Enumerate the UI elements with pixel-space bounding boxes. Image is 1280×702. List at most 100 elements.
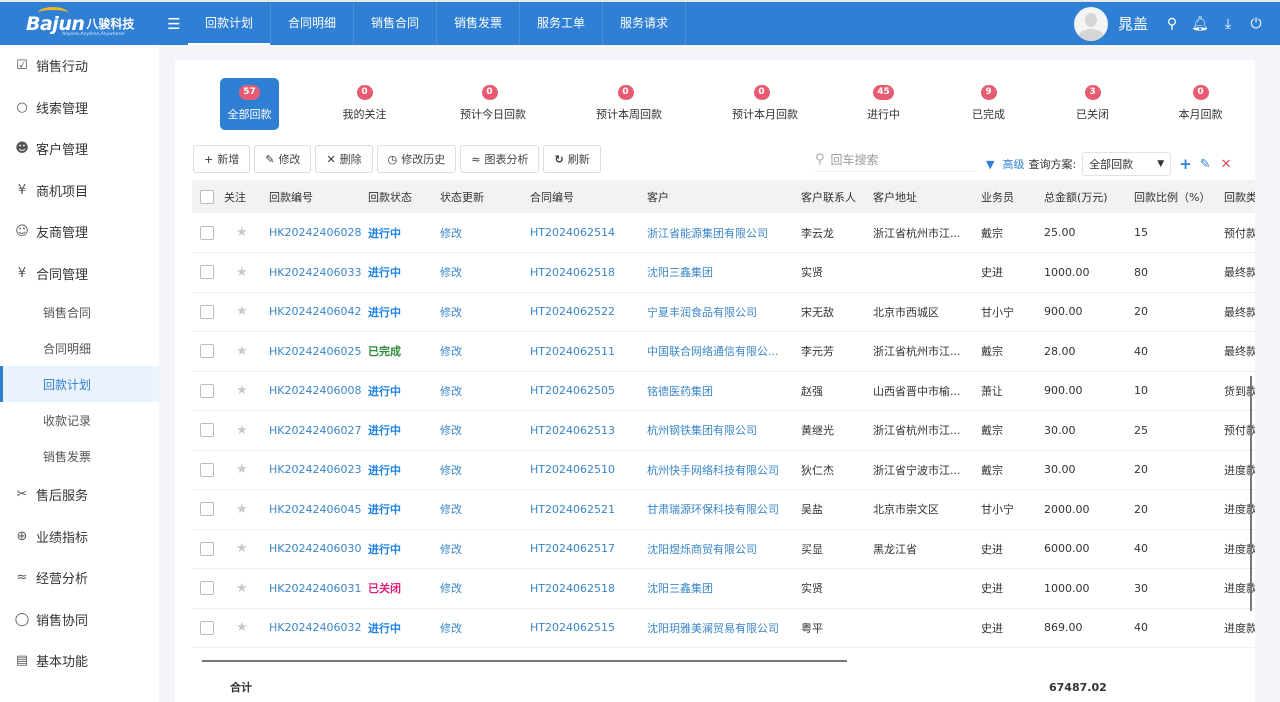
row-checkbox[interactable]: [200, 265, 214, 280]
star-icon[interactable]: ★: [236, 620, 248, 635]
table-row[interactable]: ★ HK20242406008 进行中 修改 HT2024062505 铭德医药集团 赵强山…: [192, 371, 1255, 411]
table-row[interactable]: ★ HK20242406030 进行中 修改 HT2024062517 沈阳煜烁商贸有限公…: [192, 529, 1255, 569]
payment-id-link[interactable]: HK20242406028: [269, 226, 361, 239]
history-button[interactable]: ◷ 修改历史: [376, 145, 457, 173]
col-contract-id[interactable]: 合同编号: [530, 180, 647, 213]
customer-link[interactable]: 沈阳三鑫集团: [647, 582, 713, 595]
tab-service-order[interactable]: 服务工单: [520, 2, 603, 45]
status-update-link[interactable]: 修改: [440, 306, 462, 319]
search-icon[interactable]: ⚲: [1158, 16, 1186, 32]
payment-id-link[interactable]: HK20242406027: [269, 424, 361, 437]
delete-scheme-icon[interactable]: ✕: [1221, 157, 1232, 172]
query-scheme-select[interactable]: 全部回款 ▼: [1082, 152, 1172, 176]
table-row[interactable]: ★ HK20242406025 已完成 修改 HT2024062511 中国联合网络通信有…: [192, 331, 1255, 372]
col-type[interactable]: 回款类型: [1224, 180, 1255, 213]
sidebar-item-basic[interactable]: ▤ 基本功能: [0, 640, 159, 682]
delete-button[interactable]: ✕ 删除: [315, 145, 373, 173]
table-row[interactable]: ★ HK20242406023 进行中 修改 HT2024062510 杭州快手网络科技有…: [192, 450, 1255, 490]
row-checkbox[interactable]: [200, 225, 214, 240]
add-button[interactable]: + 新增: [193, 145, 251, 173]
status-update-link[interactable]: 修改: [440, 424, 462, 437]
vertical-scrollbar[interactable]: [1250, 376, 1252, 611]
star-icon[interactable]: ★: [236, 462, 248, 477]
row-checkbox[interactable]: [200, 344, 214, 359]
star-icon[interactable]: ★: [236, 383, 248, 398]
star-icon[interactable]: ★: [236, 541, 248, 556]
chart-analysis-button[interactable]: ≈ 图表分析: [460, 145, 540, 173]
col-contact[interactable]: 客户联系人: [801, 180, 873, 213]
col-follow[interactable]: 关注: [224, 180, 269, 213]
contract-id-link[interactable]: HT2024062505: [530, 384, 615, 397]
payment-id-link[interactable]: HK20242406031: [269, 582, 361, 595]
payment-id-link[interactable]: HK20242406023: [269, 463, 361, 476]
row-checkbox[interactable]: [200, 304, 214, 319]
status-update-link[interactable]: 修改: [440, 622, 462, 635]
star-icon[interactable]: ★: [236, 581, 248, 596]
payment-id-link[interactable]: HK20242406025: [269, 345, 361, 358]
status-update-link[interactable]: 修改: [440, 503, 462, 516]
table-row[interactable]: ★ HK20242406042 进行中 修改 HT2024062522 宁夏丰润食品有限公…: [192, 292, 1255, 332]
logo[interactable]: Bajun 八骏科技 Anyone,Anytime,Anywhere!: [0, 2, 160, 45]
payment-id-link[interactable]: HK20242406042: [269, 305, 361, 318]
sidebar-item-leads[interactable]: ○ 线索管理: [0, 87, 159, 129]
download-icon[interactable]: ⤓: [1214, 16, 1242, 32]
contract-id-link[interactable]: HT2024062515: [530, 621, 615, 634]
sidebar-item-sales-action[interactable]: ☑ 销售行动: [0, 45, 159, 87]
customer-link[interactable]: 浙江省能源集团有限公司: [647, 227, 768, 240]
sidebar-sub-contract-detail[interactable]: 合同明细: [0, 330, 159, 366]
contract-id-link[interactable]: HT2024062517: [530, 542, 615, 555]
stat-tab-closed[interactable]: 3 已关闭: [1063, 78, 1122, 130]
sidebar-item-analysis[interactable]: ≈ 经营分析: [0, 557, 159, 599]
sidebar-item-opportunities[interactable]: ¥ 商机项目: [0, 170, 159, 212]
sidebar-sub-receipts[interactable]: 收款记录: [0, 402, 159, 438]
row-checkbox[interactable]: [200, 541, 214, 556]
edit-scheme-icon[interactable]: ✎: [1200, 157, 1211, 172]
tab-contract-detail[interactable]: 合同明细: [271, 2, 354, 45]
tab-sales-contract[interactable]: 销售合同: [354, 2, 437, 45]
table-row[interactable]: ★ HK20242406032 进行中 修改 HT2024062515 沈阳玥雅美澜贸易有…: [192, 608, 1255, 648]
star-icon[interactable]: ★: [236, 423, 248, 438]
avatar[interactable]: [1073, 6, 1108, 41]
star-icon[interactable]: ★: [236, 265, 248, 280]
contract-id-link[interactable]: HT2024062514: [530, 226, 615, 239]
power-icon[interactable]: ⏻: [1242, 16, 1270, 32]
status-update-link[interactable]: 修改: [440, 464, 462, 477]
hamburger-icon[interactable]: ☰: [160, 15, 188, 33]
edit-button[interactable]: ✎ 修改: [254, 145, 312, 173]
stat-tab-all[interactable]: 57 全部回款: [220, 78, 279, 130]
sidebar-sub-sales-invoice[interactable]: 销售发票: [0, 438, 159, 474]
contract-id-link[interactable]: HT2024062521: [530, 503, 615, 516]
payment-id-link[interactable]: HK20242406033: [269, 266, 361, 279]
stat-tab-month[interactable]: 0 预计本月回款: [732, 78, 798, 130]
star-icon[interactable]: ★: [236, 225, 248, 240]
payment-id-link[interactable]: HK20242406030: [269, 542, 361, 555]
bell-icon[interactable]: 🔔︎: [1186, 16, 1214, 32]
col-address[interactable]: 客户地址: [873, 180, 981, 213]
payment-id-link[interactable]: HK20242406032: [269, 621, 361, 634]
customer-link[interactable]: 杭州快手网络科技有限公司: [647, 464, 779, 477]
customer-link[interactable]: 宁夏丰润食品有限公司: [647, 306, 757, 319]
contract-id-link[interactable]: HT2024062522: [530, 305, 615, 318]
horizontal-scrollbar[interactable]: [202, 660, 847, 662]
select-all-checkbox[interactable]: [200, 189, 214, 204]
contract-id-link[interactable]: HT2024062518: [530, 266, 615, 279]
col-status-update[interactable]: 状态更新: [440, 180, 530, 213]
col-customer[interactable]: 客户: [647, 180, 801, 213]
col-ratio[interactable]: 回款比例（%）: [1134, 180, 1224, 213]
tab-sales-invoice[interactable]: 销售发票: [437, 2, 520, 45]
table-row[interactable]: ★ HK20242406028 进行中 修改 HT2024062514 浙江省能源集团有限…: [192, 213, 1255, 253]
row-checkbox[interactable]: [200, 462, 214, 477]
customer-link[interactable]: 杭州钢铁集团有限公司: [647, 424, 757, 437]
sidebar-item-after-sales[interactable]: ✂ 售后服务: [0, 474, 159, 516]
contract-id-link[interactable]: HT2024062511: [530, 345, 615, 358]
sidebar-item-customers[interactable]: ☻ 客户管理: [0, 128, 159, 170]
row-checkbox[interactable]: [200, 620, 214, 635]
customer-link[interactable]: 沈阳煜烁商贸有限公司: [647, 543, 757, 556]
tab-payment-plan[interactable]: 回款计划: [188, 2, 271, 45]
stat-tab-this-month[interactable]: 0 本月回款: [1171, 78, 1230, 130]
stat-tab-followed[interactable]: 0 我的关注: [335, 78, 394, 130]
payment-id-link[interactable]: HK20242406008: [269, 384, 361, 397]
col-amount[interactable]: 总金额(万元): [1044, 180, 1134, 213]
sidebar-sub-payment-plan[interactable]: 回款计划: [0, 366, 159, 402]
status-update-link[interactable]: 修改: [440, 345, 462, 358]
